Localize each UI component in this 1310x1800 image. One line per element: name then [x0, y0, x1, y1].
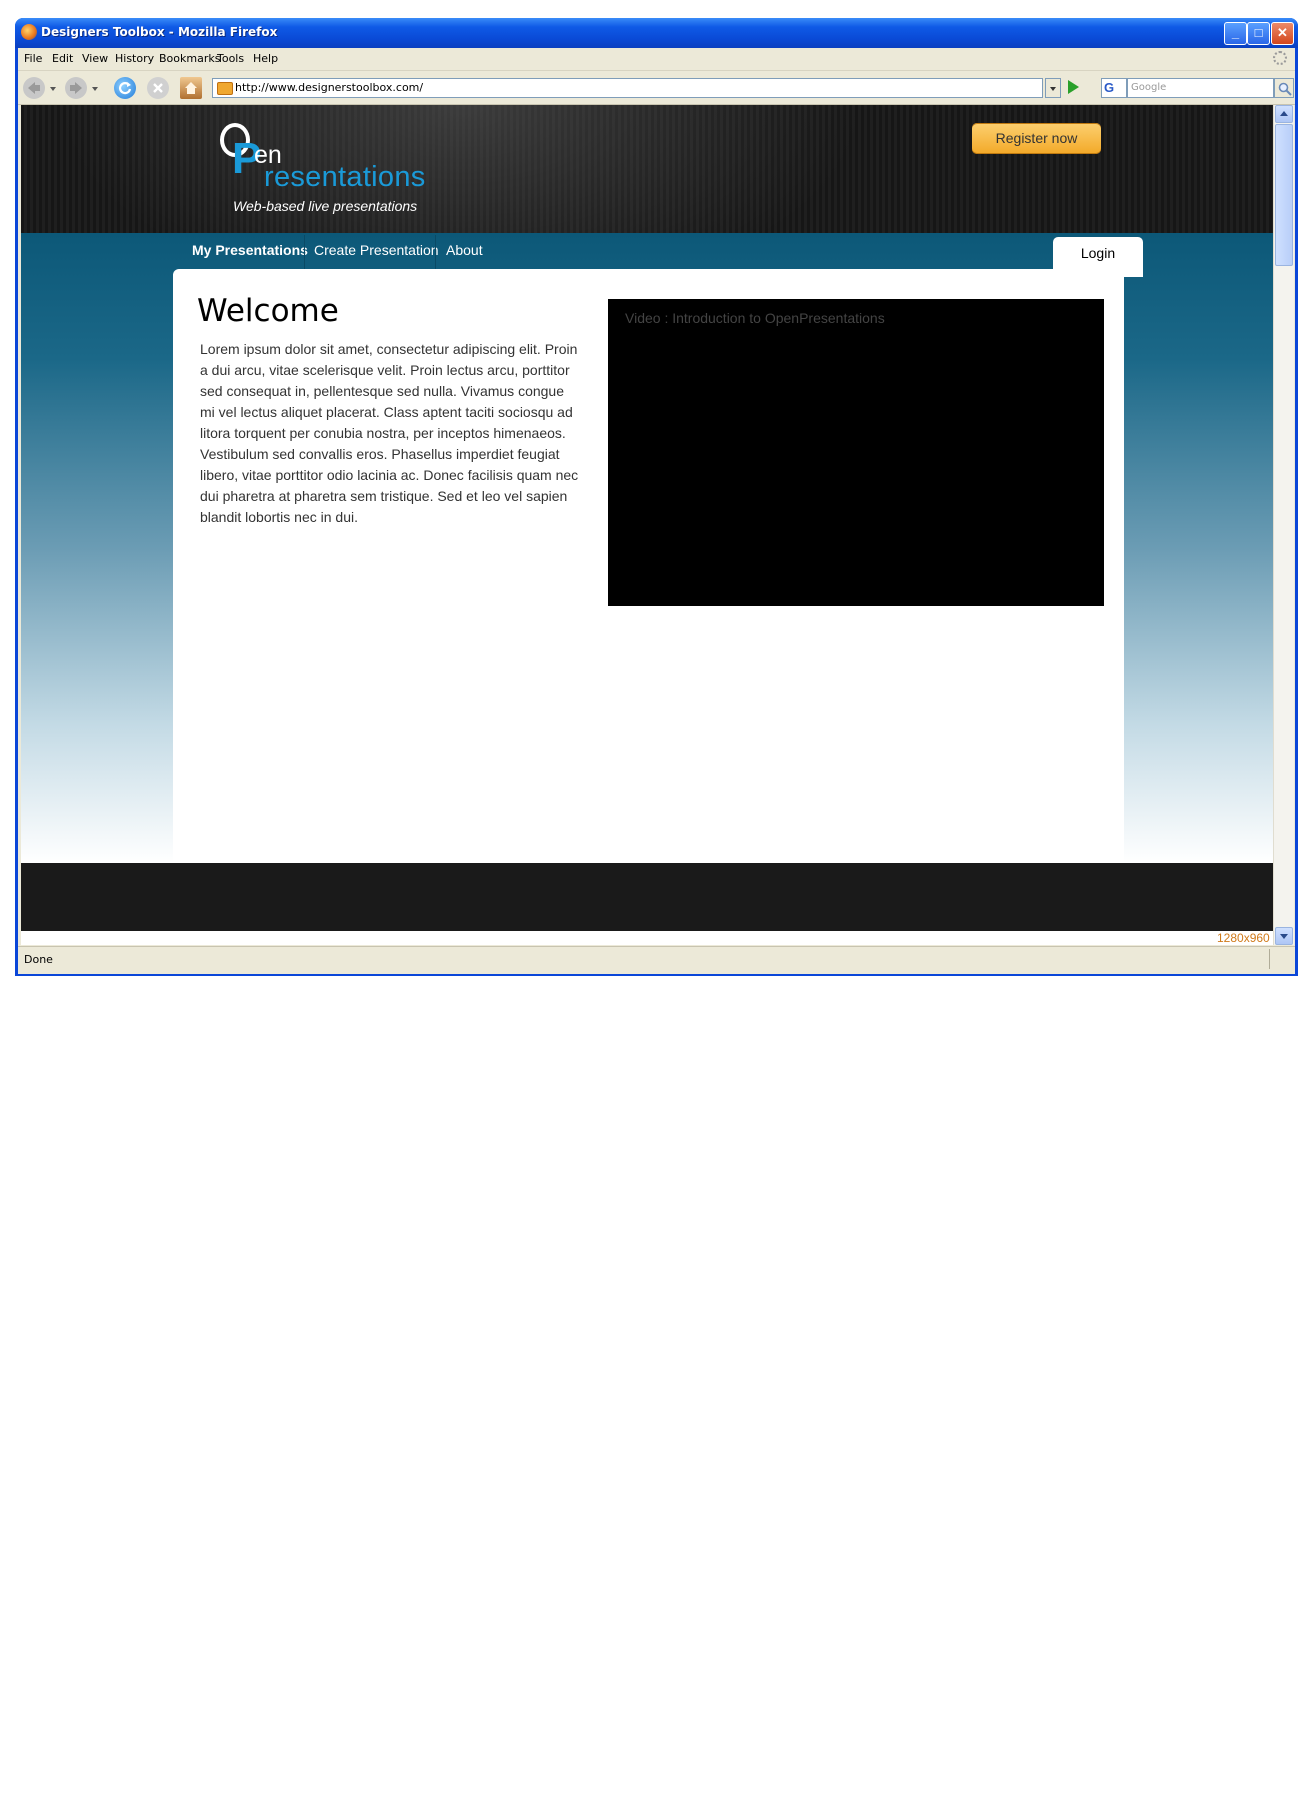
menu-file[interactable]: File [24, 52, 42, 65]
menu-tools[interactable]: Tools [217, 52, 244, 65]
home-icon[interactable] [180, 77, 202, 99]
magnifier-icon [1278, 82, 1292, 96]
site-footer [21, 863, 1273, 931]
nav-divider [435, 235, 436, 269]
nav-my-presentations[interactable]: My Presentations [192, 242, 308, 258]
scroll-thumb[interactable] [1275, 124, 1293, 266]
nav-create-presentation[interactable]: Create Presentation [314, 242, 439, 258]
maximize-button[interactable]: □ [1247, 22, 1270, 45]
chevron-up-icon [1280, 111, 1288, 116]
menu-help[interactable]: Help [253, 52, 278, 65]
navigation-toolbar: http://www.designerstoolbox.com/ G Googl… [18, 71, 1295, 105]
back-icon[interactable] [23, 77, 45, 99]
close-button[interactable]: ✕ [1271, 22, 1294, 45]
back-history-chevron-icon[interactable] [50, 87, 56, 91]
nav-about[interactable]: About [446, 242, 483, 258]
intro-paragraph: Lorem ipsum dolor sit amet, consectetur … [200, 341, 579, 525]
chevron-down-icon [1050, 87, 1056, 91]
minimize-button[interactable]: _ [1224, 22, 1247, 45]
site-body: My Presentations Create Presentation Abo… [21, 233, 1273, 863]
forward-icon[interactable] [65, 77, 87, 99]
search-engine-selector[interactable]: G [1101, 78, 1127, 98]
chevron-down-icon [1280, 934, 1288, 939]
url-text[interactable]: http://www.designerstoolbox.com/ [235, 81, 423, 94]
scroll-up-button[interactable] [1275, 105, 1293, 123]
menu-view[interactable]: View [82, 52, 108, 65]
address-bar[interactable]: http://www.designerstoolbox.com/ [212, 78, 1043, 98]
content-panel: Welcome Lorem ipsum dolor sit amet, cons… [173, 269, 1124, 863]
page-viewport: P en resentations Web-based live present… [21, 105, 1273, 945]
forward-history-chevron-icon[interactable] [92, 87, 98, 91]
page-title: Welcome [197, 293, 339, 329]
page-icon [217, 82, 233, 95]
throbber-icon [1273, 51, 1287, 65]
site-tagline: Web-based live presentations [233, 198, 418, 214]
window-title: Designers Toolbox - Mozilla Firefox [41, 25, 278, 39]
search-input[interactable]: Google [1127, 78, 1274, 98]
reload-icon[interactable] [114, 77, 136, 99]
dimension-label: 1280x960 [1217, 931, 1270, 945]
firefox-icon [21, 24, 37, 40]
site-nav: My Presentations Create Presentation Abo… [173, 233, 1073, 269]
status-bar: Done [18, 946, 1295, 974]
url-history-dropdown[interactable] [1045, 78, 1061, 98]
site-header: P en resentations Web-based live present… [21, 105, 1273, 233]
video-player[interactable]: Video : Introduction to OpenPresentation… [608, 299, 1104, 606]
menu-bookmarks[interactable]: Bookmarks [159, 52, 220, 65]
stop-icon[interactable] [147, 77, 169, 99]
nav-divider [304, 235, 305, 269]
status-divider [1269, 949, 1270, 969]
browser-client: File Edit View History Bookmarks Tools H… [18, 48, 1295, 974]
go-icon[interactable] [1068, 80, 1079, 94]
status-text: Done [24, 953, 53, 966]
browser-window: Designers Toolbox - Mozilla Firefox _ □ … [15, 18, 1298, 976]
menu-bar: File Edit View History Bookmarks Tools H… [18, 48, 1295, 71]
menu-history[interactable]: History [115, 52, 154, 65]
video-title: Video : Introduction to OpenPresentation… [625, 310, 885, 326]
title-bar: Designers Toolbox - Mozilla Firefox _ □ … [15, 18, 1298, 48]
logo-resentations-text: resentations [264, 161, 426, 193]
menu-edit[interactable]: Edit [52, 52, 73, 65]
search-button[interactable] [1274, 78, 1294, 98]
register-button[interactable]: Register now [972, 123, 1101, 154]
scroll-down-button[interactable] [1275, 927, 1293, 945]
vertical-scrollbar[interactable] [1273, 105, 1294, 945]
